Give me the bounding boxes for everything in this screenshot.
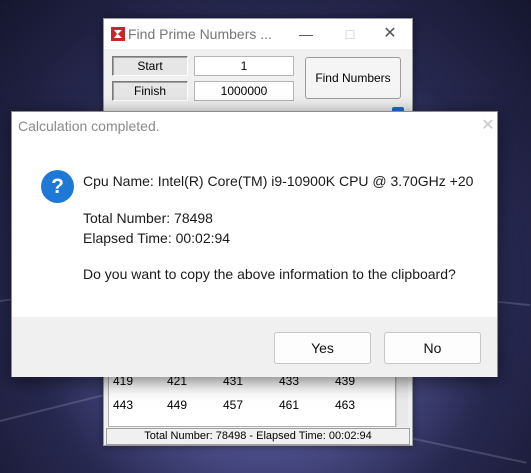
elapsed-time-text: Elapsed Time: 00:02:94 [83, 230, 231, 246]
cpu-name-text: Cpu Name: Intel(R) Core(TM) i9-10900K CP… [83, 173, 474, 189]
list-cell: 461 [279, 398, 300, 412]
no-button[interactable]: No [384, 332, 481, 364]
minimize-icon[interactable]: — [296, 24, 316, 44]
list-cell: 457 [223, 398, 244, 412]
find-numbers-button[interactable]: Find Numbers [305, 57, 401, 99]
question-icon: ? [41, 170, 74, 203]
list-cell: 463 [335, 398, 356, 412]
close-icon[interactable]: ✕ [380, 24, 400, 44]
dialog-button-bar: Yes No [12, 317, 497, 377]
start-input[interactable]: 1 [194, 56, 294, 76]
dialog-title: Calculation completed. [18, 118, 160, 134]
copy-question-text: Do you want to copy the above informatio… [83, 266, 456, 282]
start-label: Start [112, 56, 188, 76]
dialog-close-icon[interactable]: ✕ [480, 115, 496, 135]
list-row: 443 449 457 461 463 [109, 398, 395, 414]
list-cell: 449 [167, 398, 188, 412]
app-icon [111, 27, 125, 41]
app-title: Find Prime Numbers ... [128, 26, 272, 42]
calculation-dialog: Calculation completed. ✕ ? Cpu Name: Int… [11, 111, 498, 377]
total-number-text: Total Number: 78498 [83, 210, 213, 226]
results-list[interactable]: 419 421 431 433 439 443 449 457 461 463 [108, 369, 396, 427]
maximize-icon[interactable]: □ [340, 24, 360, 44]
finish-input[interactable]: 1000000 [194, 81, 294, 101]
results-scrollbar[interactable] [396, 369, 408, 427]
finish-label: Finish [112, 81, 188, 101]
list-cell: 443 [113, 398, 134, 412]
app-titlebar[interactable]: Find Prime Numbers ... — □ ✕ [104, 19, 412, 49]
yes-button[interactable]: Yes [274, 332, 371, 364]
status-bar: Total Number: 78498 - Elapsed Time: 00:0… [106, 428, 410, 445]
